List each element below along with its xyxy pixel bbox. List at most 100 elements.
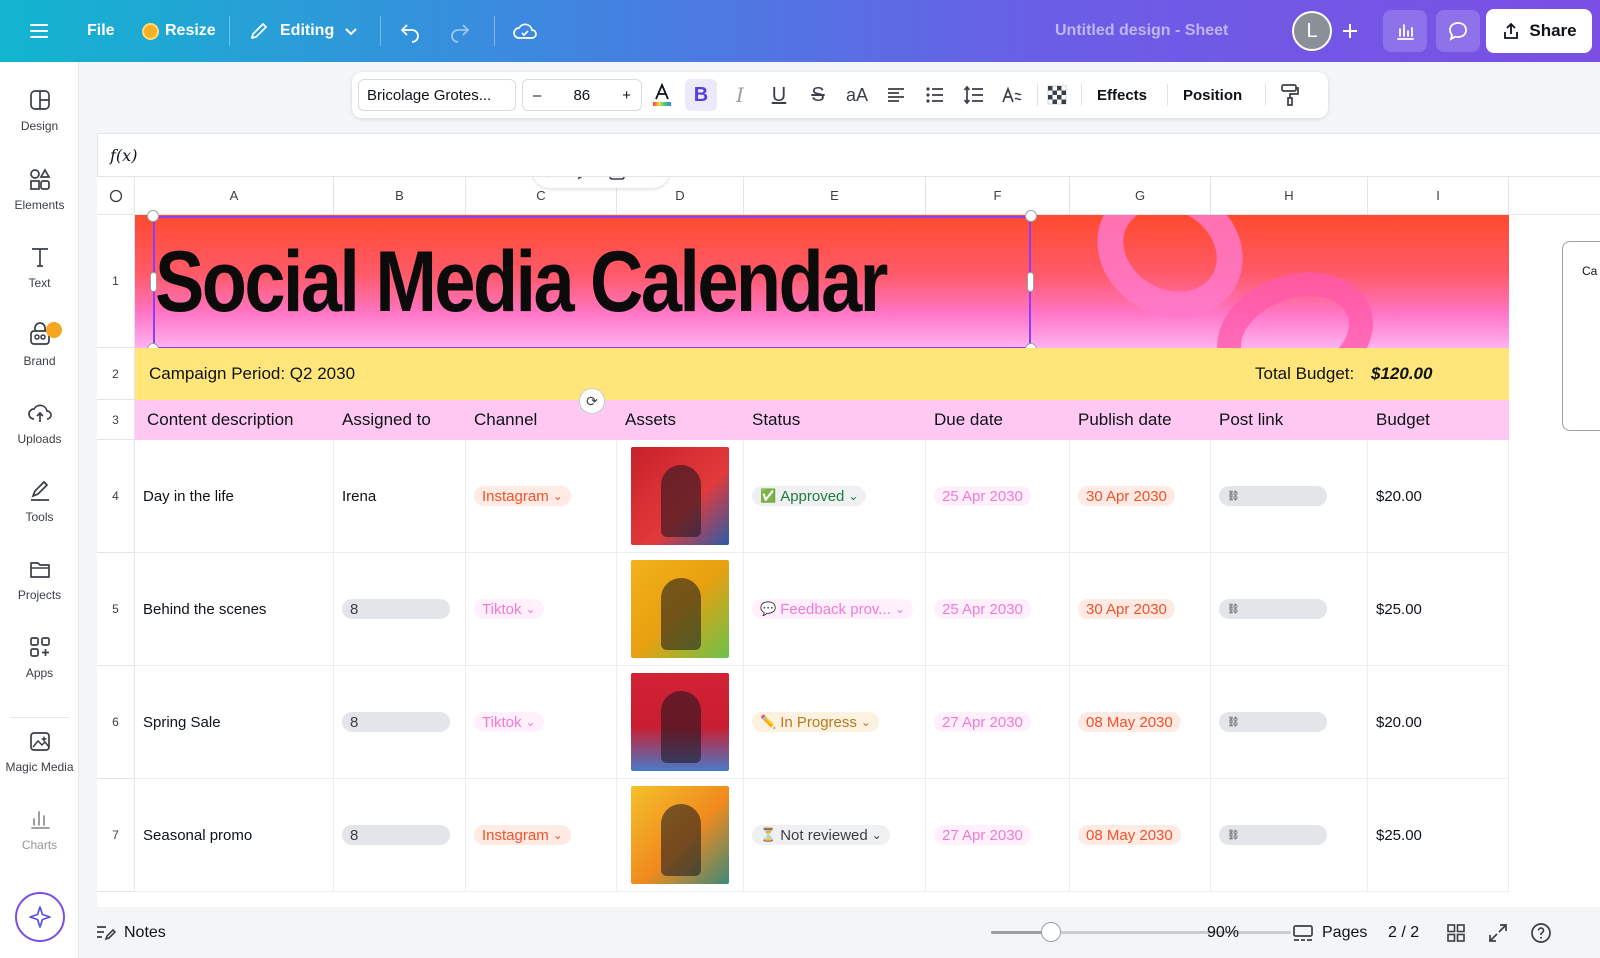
editing-dropdown[interactable]: Editing [248,0,358,62]
strikethrough-button[interactable]: S [802,79,834,111]
status-pill[interactable]: ✅ Approved ⌄ [752,486,867,506]
due-date-cell[interactable]: 25 Apr 2030 [926,440,1070,553]
rail-item-uploads[interactable]: Uploads [0,400,79,446]
pages-button[interactable]: Pages [1292,907,1367,958]
asset-cell[interactable] [617,553,744,666]
header-cell[interactable]: Status [744,400,800,440]
post-link-pill[interactable]: ⛓ [1219,486,1327,506]
status-cell[interactable]: 💬 Feedback prov... ⌄ [744,553,926,666]
decrease-size-button[interactable]: – [533,87,541,104]
post-link-cell[interactable]: ⛓ [1211,779,1368,892]
notes-button[interactable]: Notes [94,907,166,958]
post-link-pill[interactable]: ⛓ [1219,599,1327,619]
status-pill[interactable]: 💬 Feedback prov... ⌄ [752,599,913,619]
budget-cell[interactable]: $20.00 [1368,440,1509,553]
rail-item-brand[interactable]: Brand [0,322,79,368]
asset-image[interactable] [631,786,729,884]
budget-cell[interactable]: $25.00 [1368,553,1509,666]
asset-cell[interactable] [617,666,744,779]
align-button[interactable] [880,79,912,111]
due-date-cell[interactable]: 27 Apr 2030 [926,666,1070,779]
add-collaborator-button[interactable] [1340,0,1360,62]
font-family-select[interactable]: Bricolage Grotes... [358,79,516,111]
resize-handle-side[interactable] [1027,272,1034,292]
row-header[interactable]: 1 [97,215,135,348]
rail-item-projects[interactable]: Projects [0,556,79,602]
rail-item-magic-media[interactable]: Magic Media [0,728,79,774]
publish-date-cell[interactable]: 08 May 2030 [1070,666,1211,779]
campaign-period[interactable]: Campaign Period: Q2 2030 [149,364,355,384]
column-header[interactable]: I [1368,177,1509,215]
redo-button[interactable] [448,0,472,62]
resize-handle-side[interactable] [150,272,157,292]
zoom-slider-knob[interactable] [1041,922,1061,942]
column-header[interactable]: G [1070,177,1211,215]
assigned-to-cell[interactable]: 8 [334,553,466,666]
font-size-value[interactable]: 86 [573,87,590,104]
post-link-cell[interactable]: ⛓ [1211,666,1368,779]
channel-pill[interactable]: Instagram ⌄ [474,825,571,845]
content-description-cell[interactable]: Spring Sale [135,666,334,779]
header-cell[interactable]: Content description [135,400,293,440]
undo-button[interactable] [398,0,422,62]
column-header[interactable]: H [1211,177,1368,215]
status-pill[interactable]: ⏳ Not reviewed ⌄ [752,825,890,845]
effects-button[interactable]: Effects [1097,72,1147,118]
help-button[interactable] [1530,907,1552,958]
content-description-cell[interactable]: Day in the life [135,440,334,553]
rail-item-tools[interactable]: Tools [0,478,79,524]
asset-image[interactable] [631,560,729,658]
letter-case-button[interactable]: aA [841,79,873,111]
rotate-handle[interactable]: ⟳ [579,388,605,414]
add-comment-icon[interactable] [575,177,599,181]
post-link-pill[interactable]: ⛓ [1219,825,1327,845]
menu-button[interactable] [28,0,50,62]
publish-date-cell[interactable]: 30 Apr 2030 [1070,440,1211,553]
assigned-to-cell[interactable]: Irena [334,440,466,553]
assigned-to-cell[interactable]: 8 [334,779,466,892]
rail-item-design[interactable]: Design [0,87,79,133]
spacing-button[interactable] [958,79,990,111]
column-header[interactable]: A [135,177,334,215]
font-size-stepper[interactable]: – 86 + [522,79,642,111]
column-header[interactable]: B [334,177,466,215]
channel-cell[interactable]: Tiktok ⌄ [466,666,617,779]
page-counter[interactable]: 2 / 2 [1388,907,1419,958]
rail-item-text[interactable]: Text [0,244,79,290]
row-header[interactable]: 5 [97,553,135,666]
text-color-button[interactable] [646,79,678,111]
rail-item-elements[interactable]: Elements [0,166,79,212]
status-pill[interactable]: ✏️ In Progress ⌄ [752,712,879,732]
rail-item-apps[interactable]: Apps [0,634,79,680]
copy-style-button[interactable] [1274,79,1306,111]
analytics-button[interactable] [1383,10,1427,52]
design-title[interactable]: Untitled design - Sheet [1055,0,1228,62]
avatar[interactable]: L [1292,11,1332,51]
header-cell[interactable]: Channel [466,400,537,440]
header-cell[interactable]: Post link [1211,400,1283,440]
file-menu[interactable]: File [87,0,115,62]
total-budget-value[interactable]: $120.00 [1371,364,1432,384]
assigned-to-cell[interactable]: 8 [334,666,466,779]
magic-assistant-button[interactable] [15,892,65,942]
due-date-cell[interactable]: 25 Apr 2030 [926,553,1070,666]
grid-view-button[interactable] [1445,907,1467,958]
resize-handle[interactable] [1025,210,1037,222]
channel-cell[interactable]: Instagram ⌄ [466,779,617,892]
unlock-icon[interactable] [607,177,627,181]
header-cell[interactable]: Assets [617,400,676,440]
resize-button[interactable]: Resize [142,0,216,62]
asset-image[interactable] [631,447,729,545]
post-link-cell[interactable]: ⛓ [1211,553,1368,666]
asset-cell[interactable] [617,779,744,892]
header-cell[interactable]: Assigned to [334,400,431,440]
comments-button[interactable] [1436,10,1480,52]
bold-button[interactable]: B [685,79,717,111]
row-header[interactable]: 6 [97,666,135,779]
publish-date-cell[interactable]: 30 Apr 2030 [1070,553,1211,666]
text-effects-button[interactable] [997,79,1029,111]
header-cell[interactable]: Due date [926,400,1003,440]
channel-cell[interactable]: Tiktok ⌄ [466,553,617,666]
rail-item-charts[interactable]: Charts [0,806,79,852]
asset-image[interactable] [631,673,729,771]
